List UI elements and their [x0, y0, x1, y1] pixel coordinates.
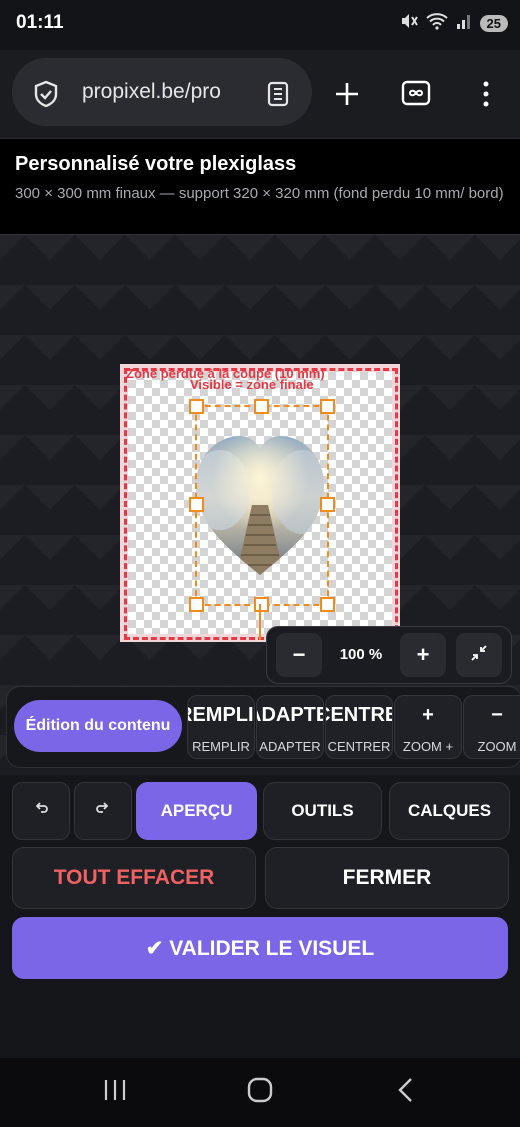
site-security-icon[interactable]	[32, 80, 60, 113]
tool-caption: ADAPTER	[259, 739, 321, 754]
close-button[interactable]: FERMER	[265, 847, 509, 909]
reader-mode-icon[interactable]	[266, 81, 290, 112]
resize-handle-bottom-right[interactable]	[320, 597, 335, 612]
rotation-handle[interactable]	[259, 604, 261, 640]
resize-handle-bottom[interactable]	[254, 597, 269, 612]
clear-all-button[interactable]: TOUT EFFACER	[12, 847, 256, 909]
undo-icon	[33, 801, 49, 822]
redo-icon	[95, 801, 111, 822]
tool-caption: ZOOM	[477, 739, 517, 754]
tab-preview[interactable]: APERÇU	[136, 782, 257, 840]
center-button[interactable]: CENTRER CENTRER	[325, 695, 393, 759]
resize-handle-right[interactable]	[320, 497, 335, 512]
tool-caption: ZOOM +	[402, 739, 454, 754]
redo-button[interactable]	[74, 782, 132, 840]
new-tab-icon[interactable]	[334, 81, 360, 112]
back-icon[interactable]	[396, 1077, 414, 1108]
zoom-in-button[interactable]: +	[400, 633, 446, 677]
wifi-icon	[425, 12, 448, 34]
undo-button[interactable]	[12, 782, 70, 840]
zoom-plus-tool-button[interactable]: + ZOOM +	[394, 695, 462, 759]
fit-view-button[interactable]	[456, 633, 502, 677]
selection-box[interactable]	[189, 399, 335, 612]
safe-zone-label: Visible = zone finale	[190, 377, 314, 392]
tool-label: +	[422, 704, 434, 726]
resize-handle-top-left[interactable]	[189, 399, 204, 414]
resize-handle-top[interactable]	[254, 399, 269, 414]
recent-apps-icon[interactable]	[103, 1079, 127, 1106]
home-icon[interactable]	[247, 1077, 273, 1108]
tool-label: ADAPTER	[257, 704, 323, 726]
tool-caption: CENTRER	[327, 739, 391, 754]
page-subtitle: 300 × 300 mm finaux — support 320 × 320 …	[15, 185, 504, 202]
tool-label: −	[491, 704, 503, 726]
zoom-out-button[interactable]: −	[276, 633, 322, 677]
battery-indicator: 25	[479, 14, 508, 32]
resize-handle-bottom-left[interactable]	[189, 597, 204, 612]
tool-label: REMPLIR	[188, 704, 254, 726]
content-edit-mode-button[interactable]: Édition du contenu	[14, 700, 182, 752]
zoom-minus-tool-button[interactable]: − ZOOM	[463, 695, 520, 759]
tab-layers[interactable]: CALQUES	[389, 782, 510, 840]
tool-caption: REMPLIR	[192, 739, 250, 754]
resize-handle-left[interactable]	[189, 497, 204, 512]
fit-button[interactable]: ADAPTER ADAPTER	[256, 695, 324, 759]
status-icons: 25	[400, 12, 508, 34]
mute-icon	[400, 12, 418, 34]
url-text[interactable]: propixel.be/pro	[82, 80, 242, 104]
tab-switcher-icon[interactable]	[401, 80, 431, 111]
validate-design-button[interactable]: ✔ VALIDER LE VISUEL	[12, 917, 508, 979]
tool-label: CENTRER	[326, 704, 392, 726]
tab-tools[interactable]: OUTILS	[263, 782, 382, 840]
signal-icon	[456, 13, 472, 33]
fill-button[interactable]: REMPLIR REMPLIR	[187, 695, 255, 759]
page-title: Personnalisé votre plexiglass	[15, 153, 297, 175]
collapse-arrows-icon	[470, 642, 488, 668]
resize-handle-top-right[interactable]	[320, 399, 335, 414]
status-time: 01:11	[16, 12, 64, 33]
browser-menu-icon[interactable]	[482, 80, 490, 113]
zoom-level: 100 %	[339, 646, 383, 663]
